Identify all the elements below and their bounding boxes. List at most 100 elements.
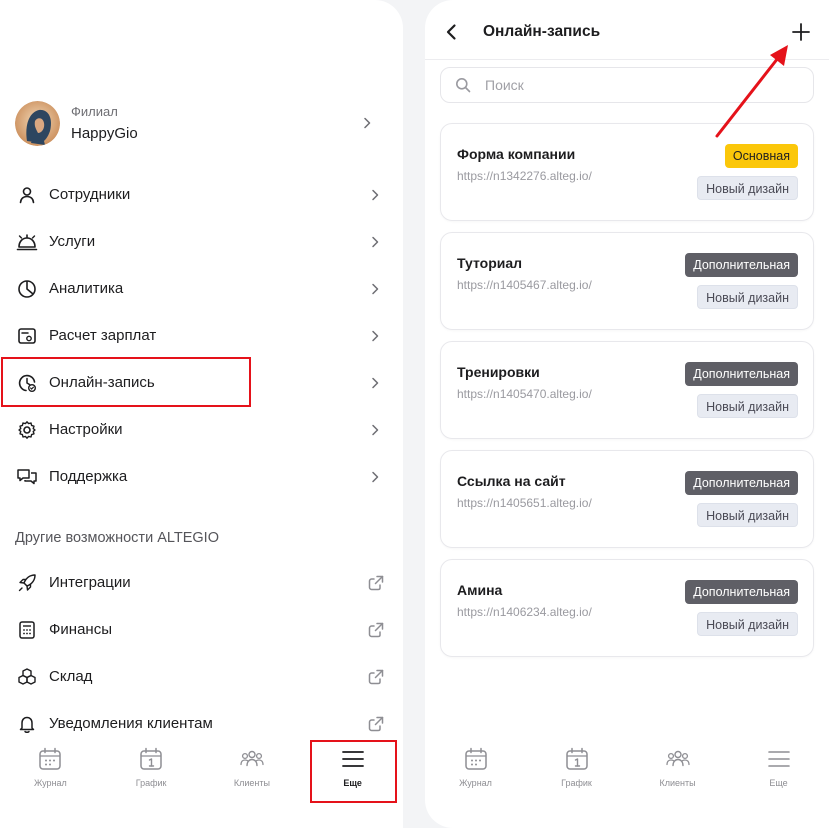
bell-icon <box>16 713 38 735</box>
design-badge: Новый дизайн <box>697 612 798 636</box>
tab-label: График <box>135 778 167 788</box>
calendar-day-icon <box>140 747 162 770</box>
chevron-right-icon <box>372 189 379 200</box>
gear-icon <box>16 419 38 441</box>
tab-label: График <box>561 778 592 788</box>
menu-item-label: Поддержка <box>49 468 128 485</box>
booking-form-card[interactable]: Туториал https://n1405467.alteg.io/ Допо… <box>440 232 814 330</box>
clients-icon <box>665 750 690 767</box>
design-badge: Новый дизайн <box>697 176 798 200</box>
tab-label: Еще <box>769 778 788 788</box>
card-title: Ссылка на сайт <box>457 473 566 489</box>
chevron-right-icon <box>372 377 379 388</box>
branch-caption: Филиал <box>71 104 118 119</box>
tab-schedule[interactable]: График <box>101 738 202 828</box>
tab-label: Журнал <box>459 778 492 788</box>
menu-item-label: Уведомления клиентам <box>49 715 213 732</box>
chevron-right-icon <box>372 471 379 482</box>
add-icon[interactable] <box>790 21 812 43</box>
tab-clients[interactable]: Клиенты <box>627 738 728 828</box>
tab-journal[interactable]: Журнал <box>0 738 101 828</box>
menu-item-label: Финансы <box>49 621 112 638</box>
clients-icon <box>240 750 264 767</box>
status-badge: Дополнительная <box>685 362 798 386</box>
card-url[interactable]: https://n1406234.alteg.io/ <box>457 605 592 619</box>
branch-avatar <box>15 100 60 146</box>
menu-item-label: Услуги <box>49 233 96 250</box>
online-booking-panel: Онлайн-запись Форма компании https://n13… <box>425 0 829 828</box>
card-title: Тренировки <box>457 364 540 380</box>
chevron-right-icon <box>372 424 379 435</box>
card-url[interactable]: https://n1405467.alteg.io/ <box>457 278 592 292</box>
menu-item-label: Аналитика <box>49 280 124 297</box>
booking-form-card[interactable]: Тренировки https://n1405470.alteg.io/ До… <box>440 341 814 439</box>
external-link-icon <box>368 575 384 590</box>
payroll-icon <box>16 325 38 347</box>
boxes-icon <box>16 666 38 688</box>
rocket-icon <box>16 572 38 594</box>
header: Онлайн-запись <box>425 0 829 60</box>
highlight-box-more-tab <box>310 740 397 803</box>
highlight-box-online-booking <box>1 357 251 407</box>
booking-form-card[interactable]: Ссылка на сайт https://n1405651.alteg.io… <box>440 450 814 548</box>
menu-item-label: Сотрудники <box>49 186 131 203</box>
menu-item-label: Расчет зарплат <box>49 327 157 344</box>
booking-form-card[interactable]: Амина https://n1406234.alteg.io/ Дополни… <box>440 559 814 657</box>
back-arrow-icon[interactable] <box>443 22 461 42</box>
menu-item-finance[interactable]: Финансы <box>0 606 403 653</box>
status-badge: Дополнительная <box>685 253 798 277</box>
tab-journal[interactable]: Журнал <box>425 738 526 828</box>
menu-item-warehouse[interactable]: Склад <box>0 653 403 700</box>
hamburger-icon <box>767 751 790 767</box>
menu-item-staff[interactable]: Сотрудники <box>0 171 403 218</box>
design-badge: Новый дизайн <box>697 285 798 309</box>
search-input[interactable] <box>485 77 785 93</box>
external-link-icon <box>368 716 384 731</box>
branch-name: HappyGio <box>71 125 138 142</box>
external-link-icon <box>368 669 384 684</box>
card-url[interactable]: https://n1405470.alteg.io/ <box>457 387 592 401</box>
menu-item-analytics[interactable]: Аналитика <box>0 265 403 312</box>
page-title: Онлайн-запись <box>483 23 601 40</box>
card-title: Амина <box>457 582 503 598</box>
menu-item-label: Настройки <box>49 421 123 438</box>
chevron-right-icon <box>372 330 379 341</box>
menu-item-settings[interactable]: Настройки <box>0 406 403 453</box>
status-badge: Дополнительная <box>685 580 798 604</box>
tab-clients[interactable]: Клиенты <box>202 738 303 828</box>
chat-icon <box>16 466 38 488</box>
status-badge: Основная <box>724 144 798 168</box>
calendar-grid-icon <box>39 747 62 770</box>
bottom-tab-bar: Журнал График Клиенты Еще <box>425 738 829 828</box>
menu-item-label: Интеграции <box>49 574 131 591</box>
menu-item-integrations[interactable]: Интеграции <box>0 559 403 606</box>
card-title: Форма компании <box>457 146 576 162</box>
more-menu-panel: Филиал HappyGio Сотрудники Услуги Аналит… <box>0 0 403 828</box>
chevron-right-icon <box>372 236 379 247</box>
tab-label: Клиенты <box>659 778 696 788</box>
chevron-right-icon <box>372 283 379 294</box>
design-badge: Новый дизайн <box>697 394 798 418</box>
calculator-icon <box>16 619 38 641</box>
branch-selector[interactable]: Филиал HappyGio <box>15 100 395 146</box>
menu-item-support[interactable]: Поддержка <box>0 453 403 500</box>
cloche-icon <box>16 231 38 253</box>
menu-item-payroll[interactable]: Расчет зарплат <box>0 312 403 359</box>
tab-label: Клиенты <box>233 778 270 788</box>
section-title-other: Другие возможности ALTEGIO <box>15 530 219 546</box>
design-badge: Новый дизайн <box>697 503 798 527</box>
tab-schedule[interactable]: График <box>526 738 627 828</box>
tab-more[interactable]: Еще <box>728 738 829 828</box>
menu-item-label: Склад <box>49 668 93 685</box>
card-url[interactable]: https://n1405651.alteg.io/ <box>457 496 592 510</box>
external-link-icon <box>368 622 384 637</box>
card-url[interactable]: https://n1342276.alteg.io/ <box>457 169 592 183</box>
booking-form-card[interactable]: Форма компании https://n1342276.alteg.io… <box>440 123 814 221</box>
card-title: Туториал <box>457 255 523 271</box>
status-badge: Дополнительная <box>685 471 798 495</box>
pie-chart-icon <box>16 278 38 300</box>
chevron-right-icon <box>364 117 371 129</box>
menu-item-services[interactable]: Услуги <box>0 218 403 265</box>
calendar-grid-icon <box>464 747 487 770</box>
tab-label: Журнал <box>33 778 67 788</box>
